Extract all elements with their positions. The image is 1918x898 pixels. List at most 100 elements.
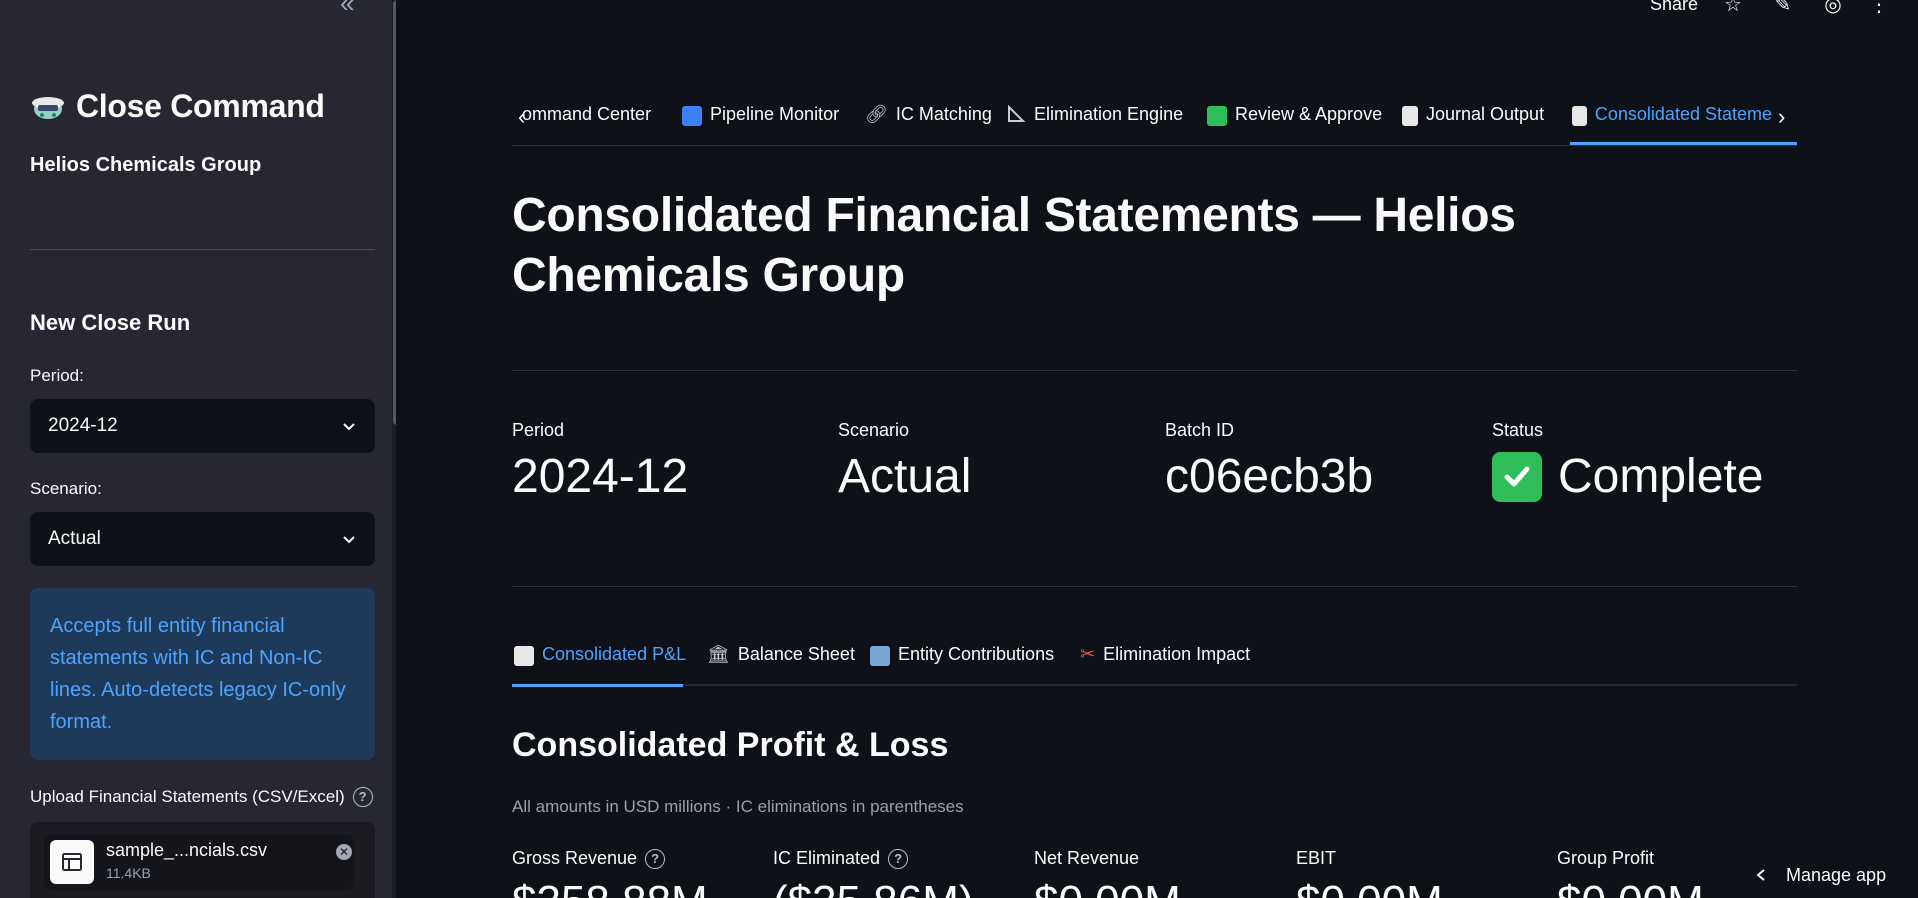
tab-label: ommand Center [522,104,652,124]
kpi-label-text: IC Eliminated [773,848,881,868]
chevron-down-icon [343,423,355,431]
file-uploader[interactable]: sample_...ncials.csv 11.4KB ✕ [30,822,375,898]
app-title: Close Command [76,88,325,124]
app-root: « Close Command Helios Chemicals Group N… [0,0,1918,898]
tab-balance-sheet[interactable]: 🏛︎ Balance Sheet [707,644,855,686]
kpi-value: $0.00M [1557,877,1704,898]
sidebar-divider [30,249,375,250]
collapse-sidebar-icon[interactable]: « [340,0,366,16]
helios-logo-icon [32,96,64,119]
sidebar: « Close Command Helios Chemicals Group N… [0,0,396,898]
upload-label: Upload Financial Statements (CSV/Excel) … [30,787,373,807]
tab-elimination-engine[interactable]: Elimination Engine [1006,104,1183,146]
kpi-ebit: EBIT $0.00M [1296,848,1443,898]
kpi-label: Group Profit [1557,848,1704,869]
chart-up-icon [1572,106,1587,126]
file-size: 11.4KB [106,865,151,881]
metric-label: Period [512,420,565,440]
file-name: sample_...ncials.csv [106,840,268,860]
office-building-icon [870,646,890,666]
kpi-label: IC Eliminated ? [773,848,974,869]
chevron-down-icon [343,536,355,544]
kpi-gross-revenue: Gross Revenue ? $358.88M [512,848,708,898]
kpi-value: ($35.86M) [773,877,974,898]
metric-label: Batch ID [1165,420,1235,440]
tab-label: Elimination Engine [1034,104,1184,124]
scissors-icon: ✂ [1080,644,1096,664]
help-icon[interactable]: ? [645,848,666,869]
status-value: Complete [1558,450,1764,503]
period-select[interactable]: 2024-12 [30,399,375,453]
file-table-icon [50,840,94,884]
sidebar-scroll-thumb[interactable] [393,0,396,425]
kpi-value: $0.00M [1034,877,1181,898]
metric-label: Scenario [838,420,910,440]
tab-label: IC Matching [895,104,992,124]
link-icon: 🔗︎ [865,104,888,124]
more-icon[interactable]: ⋮ [1868,0,1890,16]
check-mark-icon [1492,451,1542,502]
tab-elimination-impact[interactable]: ✂ Elimination Impact [1080,644,1250,686]
new-close-run-heading: New Close Run [30,310,191,335]
page-nav-tabs: ommand Center Pipeline Monitor 🔗︎ IC Mat… [512,98,1797,146]
tab-label: Consolidated Stateme [1594,104,1772,124]
chevron-left-icon [1756,869,1765,881]
tab-journal-output[interactable]: Journal Output [1402,104,1544,146]
share-button[interactable]: Share [1650,0,1698,15]
page-title: Consolidated Financial Statements — Heli… [512,189,1516,302]
tab-consolidated-statements[interactable]: Consolidated Stateme [1572,104,1772,146]
tab-entity-contributions[interactable]: Entity Contributions [870,644,1054,686]
kpi-label: Net Revenue [1034,848,1181,869]
scenario-select[interactable]: Actual [30,512,375,566]
kpi-label-text: Group Profit [1557,848,1655,868]
bar-chart-icon [514,646,534,666]
tab-command-center[interactable]: ommand Center [522,104,651,146]
org-name: Helios Chemicals Group [30,154,262,176]
manage-app-label: Manage app [1786,864,1887,885]
remove-file-icon[interactable]: ✕ [336,844,352,860]
tab-review-approve[interactable]: Review & Approve [1207,104,1382,146]
star-icon[interactable]: ☆ [1722,0,1744,16]
github-icon[interactable]: ◎ [1822,0,1844,16]
info-alert: Accepts full entity financial statements… [30,588,375,760]
kpi-label-text: Gross Revenue [512,848,638,868]
section-caption: All amounts in USD millions · IC elimina… [512,797,964,816]
metric-status: Status Complete [1492,420,1763,504]
triangle-ruler-icon [1008,104,1026,122]
help-icon[interactable]: ? [352,787,373,807]
active-subtab-indicator [512,684,683,687]
tab-ic-matching[interactable]: 🔗︎ IC Matching [865,104,992,146]
divider [512,586,1797,587]
metric-value: Actual [838,450,972,503]
uploaded-file: sample_...ncials.csv 11.4KB ✕ [44,834,354,890]
kpi-value: $358.88M [512,877,708,898]
check-icon [1207,106,1227,126]
tab-pipeline-monitor[interactable]: Pipeline Monitor [682,104,839,146]
metric-period: Period 2024-12 [512,420,688,504]
kpi-net-revenue: Net Revenue $0.00M [1034,848,1181,898]
metric-value: c06ecb3b [1165,450,1374,503]
metric-value: Complete [1492,449,1763,504]
kpi-label: Gross Revenue ? [512,848,708,869]
edit-icon[interactable]: ✎ [1772,0,1794,16]
tab-label: Review & Approve [1235,104,1383,124]
tab-consolidated-pl[interactable]: Consolidated P&L [514,644,686,686]
kpi-label: EBIT [1296,848,1443,869]
help-icon[interactable]: ? [888,848,909,869]
upload-label-text: Upload Financial Statements (CSV/Excel) [30,787,345,806]
section-title: Consolidated Profit & Loss [512,726,949,764]
manage-app-button[interactable]: Manage app [1740,852,1918,898]
scenario-label: Scenario: [30,479,102,498]
tabs-scroll-left-icon[interactable]: ‹ [518,104,525,130]
tabs-scroll-right-icon[interactable]: › [1778,104,1785,130]
divider [512,370,1797,371]
sidebar-logo: Close Command [30,88,325,125]
refresh-icon [682,106,702,126]
period-select-value: 2024-12 [48,415,118,436]
tab-label: Entity Contributions [898,644,1055,664]
metric-value: 2024-12 [512,450,689,503]
active-tab-indicator [1570,142,1797,145]
kpi-group-profit: Group Profit $0.00M [1557,848,1704,898]
tab-label: Journal Output [1426,104,1545,124]
period-label: Period: [30,366,84,385]
